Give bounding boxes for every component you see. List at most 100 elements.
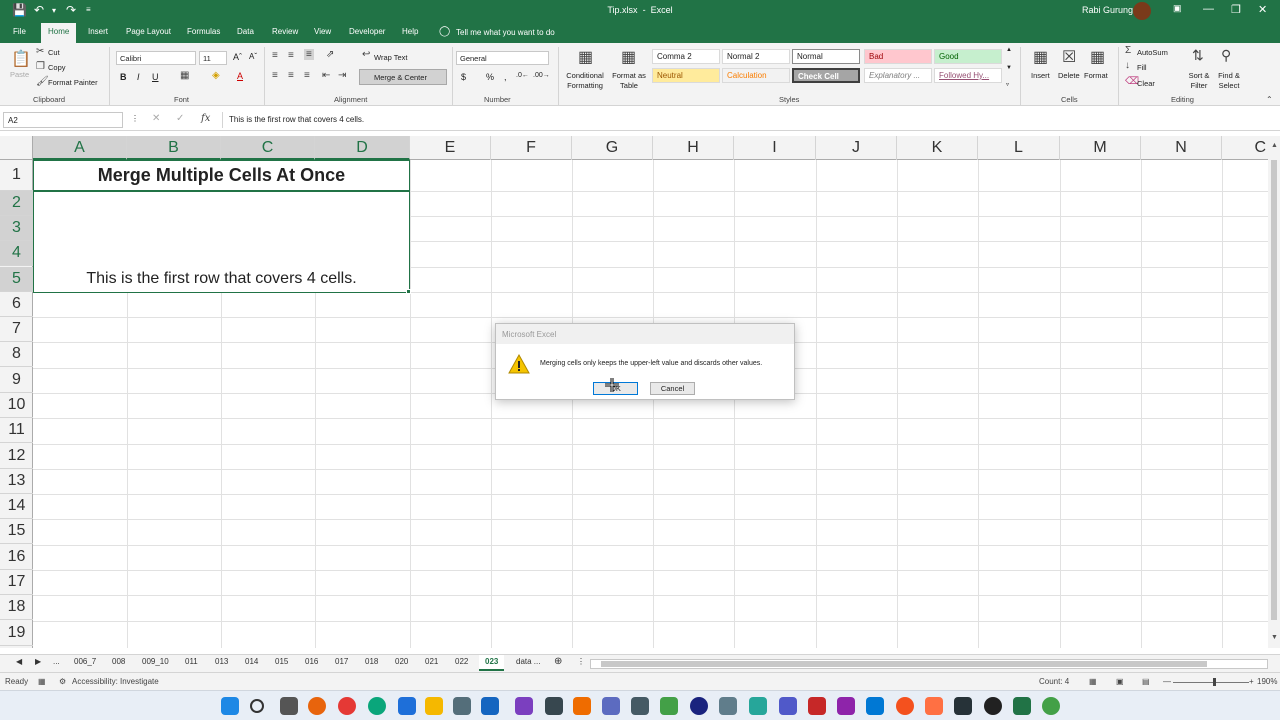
tab-view[interactable]: View — [314, 27, 331, 36]
bold-icon[interactable]: B — [120, 72, 127, 82]
column-header-h[interactable]: H — [653, 136, 734, 160]
autosum-icon[interactable]: Σ — [1125, 45, 1131, 56]
format-painter-button[interactable]: Format Painter — [48, 78, 98, 87]
sheet-tab-more[interactable]: ... — [53, 657, 60, 666]
chrome-icon[interactable] — [338, 697, 356, 715]
zoom-in-icon[interactable]: + — [1249, 677, 1254, 686]
sheet-tab[interactable]: 014 — [245, 657, 258, 666]
merge-center-button[interactable]: Merge & Center — [359, 69, 447, 85]
confirm-entry-icon[interactable]: ✓ — [176, 113, 184, 124]
column-header-d[interactable]: D — [315, 136, 410, 160]
font-name-select[interactable]: Calibri — [116, 51, 196, 65]
row-header-1[interactable]: 1 — [0, 160, 33, 191]
format-painter-icon[interactable]: 🖌 — [36, 76, 49, 87]
cut-button[interactable]: Cut — [48, 48, 60, 57]
name-box[interactable]: A2 — [3, 112, 123, 128]
align-middle-icon[interactable]: ≡ — [288, 50, 294, 61]
cell-style-normal-2[interactable]: Normal 2 — [722, 49, 790, 64]
autosum-button[interactable]: AutoSum — [1137, 48, 1168, 57]
filezilla-icon[interactable] — [808, 697, 826, 715]
row-header-14[interactable]: 14 — [0, 494, 33, 519]
tab-formulas[interactable]: Formulas — [187, 27, 220, 36]
sheet-nav-next-icon[interactable]: ▶ — [35, 657, 41, 666]
sheet-tab[interactable]: 015 — [275, 657, 288, 666]
tab-data[interactable]: Data — [237, 27, 254, 36]
user-name[interactable]: Rabi Gurung — [1082, 5, 1133, 15]
row-header-5[interactable]: 5 — [0, 267, 33, 292]
tab-insert[interactable]: Insert — [88, 27, 108, 36]
copy-icon[interactable]: ❐ — [36, 61, 45, 72]
tell-me-search[interactable]: Tell me what you want to do — [456, 28, 555, 37]
fill-handle[interactable] — [406, 289, 411, 294]
row-header-6[interactable]: 6 — [0, 292, 33, 317]
gallery-more-icon[interactable]: ▿ — [1006, 81, 1009, 88]
zoom-out-icon[interactable]: — — [1163, 677, 1171, 686]
firefox-icon[interactable] — [308, 697, 326, 715]
row-header-18[interactable]: 18 — [0, 595, 33, 620]
app-icon[interactable] — [984, 697, 1002, 715]
row-header-10[interactable]: 10 — [0, 393, 33, 418]
cancel-entry-icon[interactable]: ✕ — [152, 113, 160, 124]
row-header-13[interactable]: 13 — [0, 469, 33, 494]
column-header-l[interactable]: L — [978, 136, 1060, 160]
app-icon[interactable] — [896, 697, 914, 715]
row-header-12[interactable]: 12 — [0, 444, 33, 469]
fill-button[interactable]: Fill — [1137, 63, 1147, 72]
select-all-button[interactable] — [0, 136, 33, 160]
restore-icon[interactable]: ❐ — [1231, 3, 1241, 16]
row-header-8[interactable]: 8 — [0, 342, 33, 367]
horizontal-scroll-thumb[interactable] — [601, 661, 1207, 667]
column-header-k[interactable]: K — [897, 136, 978, 160]
avatar[interactable] — [1133, 2, 1151, 20]
fill-color-icon[interactable]: ◈ — [212, 70, 220, 81]
column-header-e[interactable]: E — [410, 136, 491, 160]
row-header-9[interactable]: 9 — [0, 368, 33, 393]
formula-input[interactable]: This is the first row that covers 4 cell… — [222, 112, 1262, 128]
sort-filter-icon[interactable]: ⇅ — [1192, 47, 1204, 64]
vertical-scrollbar[interactable]: ▲ ▼ — [1268, 136, 1280, 648]
cut-icon[interactable]: ✂ — [36, 46, 44, 57]
app-icon[interactable] — [545, 697, 563, 715]
format-as-table-icon[interactable]: ▦ — [621, 47, 636, 67]
insert-function-icon[interactable]: fx — [201, 113, 210, 124]
sheet-nav-prev-icon[interactable]: ◀ — [16, 657, 22, 666]
cell-style-explanatory[interactable]: Explanatory ... — [864, 68, 932, 83]
font-color-icon[interactable]: A — [237, 71, 243, 81]
steam-icon[interactable] — [690, 697, 708, 715]
align-bottom-icon[interactable]: ≡ — [304, 49, 314, 60]
task-view-icon[interactable] — [280, 697, 298, 715]
insert-cells-icon[interactable]: ▦ — [1033, 47, 1048, 67]
tab-file[interactable]: File — [13, 27, 26, 36]
cell-style-bad[interactable]: Bad — [864, 49, 932, 64]
tab-help[interactable]: Help — [402, 27, 418, 36]
row-header-4[interactable]: 4 — [0, 241, 33, 266]
macro-record-icon[interactable]: ▦ — [38, 677, 46, 686]
app-icon[interactable] — [837, 697, 855, 715]
app-icon[interactable] — [631, 697, 649, 715]
gallery-up-icon[interactable]: ▲ — [1006, 47, 1012, 53]
start-icon[interactable] — [221, 697, 239, 715]
align-right-icon[interactable]: ≡ — [304, 70, 310, 81]
font-size-select[interactable]: 11 — [199, 51, 227, 65]
gallery-down-icon[interactable]: ▼ — [1006, 65, 1012, 71]
horizontal-scrollbar[interactable] — [590, 659, 1268, 669]
zoom-slider-thumb[interactable] — [1213, 678, 1216, 686]
find-select-button[interactable]: Find & Select — [1214, 71, 1244, 91]
percent-icon[interactable]: % — [486, 72, 494, 82]
search-icon[interactable] — [250, 699, 264, 713]
sheet-tab[interactable]: 013 — [215, 657, 228, 666]
word-icon[interactable] — [481, 697, 499, 715]
zoom-level[interactable]: 190% — [1257, 677, 1277, 686]
sheet-tab[interactable]: 020 — [395, 657, 408, 666]
insert-cells-button[interactable]: Insert — [1031, 71, 1050, 80]
scroll-up-icon[interactable]: ▲ — [1271, 142, 1278, 149]
row-header-3[interactable]: 3 — [0, 216, 33, 241]
excel-icon[interactable] — [1013, 697, 1031, 715]
onenote-icon[interactable] — [515, 697, 533, 715]
underline-icon[interactable]: U — [152, 72, 159, 82]
cell-style-good[interactable]: Good — [934, 49, 1002, 64]
column-header-i[interactable]: I — [734, 136, 816, 160]
align-center-icon[interactable]: ≡ — [288, 70, 294, 81]
delete-cells-button[interactable]: Delete — [1058, 71, 1080, 80]
format-cells-icon[interactable]: ▦ — [1090, 47, 1105, 67]
